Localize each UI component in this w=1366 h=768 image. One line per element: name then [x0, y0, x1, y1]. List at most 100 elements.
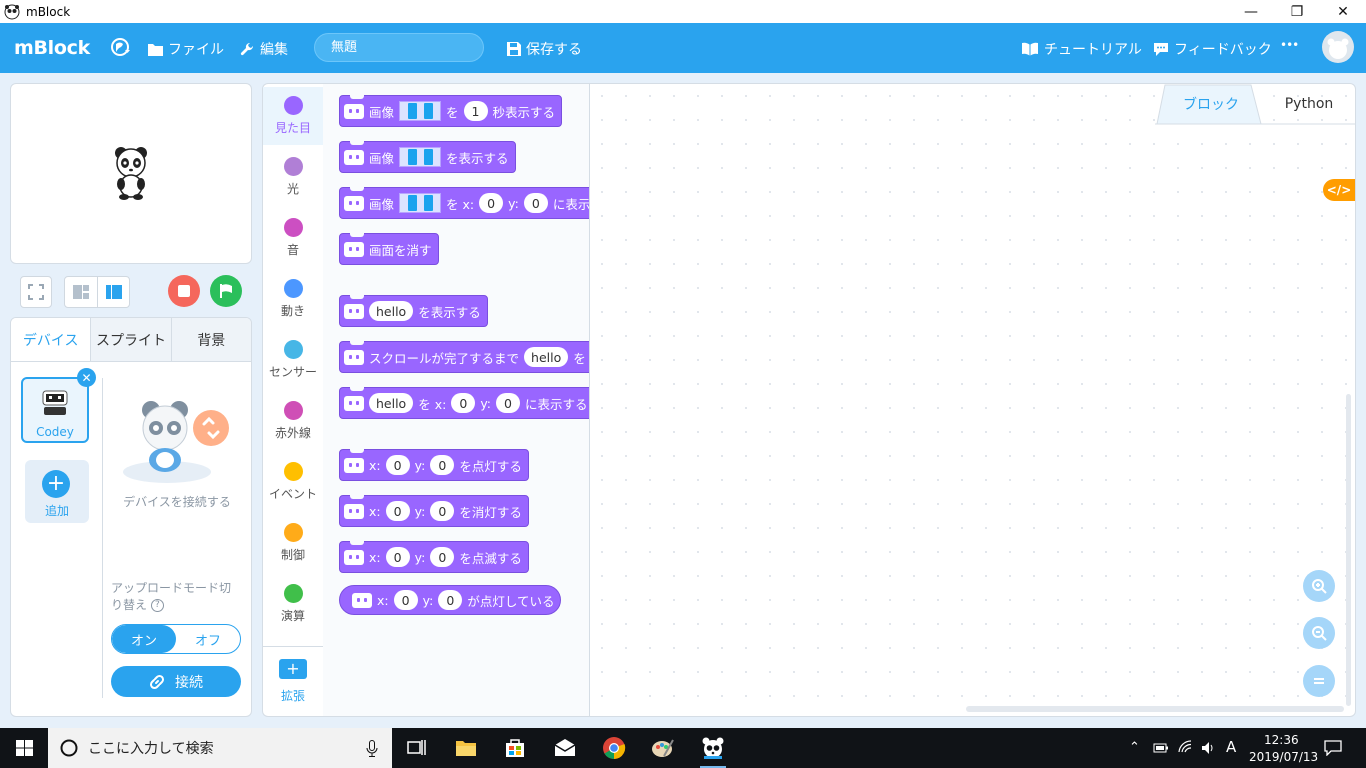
category-sensor[interactable]: センサー: [263, 331, 323, 389]
clock-date[interactable]: 2019/07/13: [1249, 750, 1318, 764]
category-operators[interactable]: 演算: [263, 575, 323, 633]
code-view-icon[interactable]: </>: [1323, 179, 1355, 201]
led-matrix-input[interactable]: [399, 147, 442, 167]
block-show-image-for-seconds[interactable]: 画像 を 1 秒表示する: [339, 95, 563, 127]
mail-icon[interactable]: [553, 736, 577, 760]
stop-button[interactable]: [168, 275, 200, 307]
block-show-text[interactable]: hello を表示する: [339, 295, 488, 327]
user-avatar[interactable]: [1322, 31, 1354, 63]
text-input[interactable]: hello: [524, 347, 569, 367]
ime-indicator[interactable]: A: [1226, 738, 1236, 756]
x-input[interactable]: 0: [393, 590, 418, 610]
more-menu-button[interactable]: •••: [1280, 38, 1299, 52]
y-input[interactable]: 0: [438, 590, 463, 610]
x-input[interactable]: 0: [385, 501, 410, 521]
zoom-out-button[interactable]: [1303, 617, 1335, 649]
block-show-image-at-xy[interactable]: 画像 を x: 0 y: 0 に表示: [339, 187, 589, 219]
brand-logo[interactable]: mBlock: [14, 37, 90, 59]
green-flag-button[interactable]: [210, 275, 242, 307]
category-light[interactable]: 光: [263, 148, 323, 206]
category-looks[interactable]: 見た目: [263, 87, 323, 145]
edit-menu[interactable]: 編集: [240, 39, 288, 59]
chevron-up-icon[interactable]: ⌃: [1129, 740, 1140, 755]
tab-backgrounds[interactable]: 背景: [170, 318, 251, 361]
save-button[interactable]: 保存する: [507, 39, 582, 59]
speaker-icon[interactable]: [1201, 741, 1215, 755]
text-input[interactable]: hello: [369, 301, 414, 321]
extensions-button[interactable]: + 拡張: [263, 646, 323, 716]
zoom-out-icon: [1312, 626, 1327, 641]
tab-python[interactable]: Python: [1265, 84, 1353, 124]
store-icon[interactable]: [503, 736, 527, 760]
category-sound[interactable]: 音: [263, 209, 323, 267]
language-button[interactable]: [111, 38, 131, 56]
file-explorer-icon[interactable]: [454, 736, 478, 760]
mblock-taskbar-icon[interactable]: [701, 736, 725, 760]
battery-icon[interactable]: [1153, 742, 1169, 754]
microphone-icon[interactable]: [366, 740, 378, 757]
help-icon[interactable]: ?: [150, 599, 164, 612]
category-dot-icon: [283, 279, 303, 298]
taskbar-search[interactable]: ここに入力して検索: [48, 728, 392, 768]
file-menu[interactable]: ファイル: [148, 39, 224, 59]
project-name-input[interactable]: 無題: [314, 33, 484, 62]
vertical-scrollbar[interactable]: [1346, 394, 1351, 706]
feedback-button[interactable]: フィードバック: [1153, 39, 1272, 59]
chrome-icon[interactable]: [602, 736, 626, 760]
y-input[interactable]: 0: [523, 193, 548, 213]
tab-devices[interactable]: デバイス: [11, 318, 91, 361]
category-infrared[interactable]: 赤外線: [263, 392, 323, 450]
y-input[interactable]: 0: [430, 455, 455, 475]
y-input[interactable]: 0: [430, 547, 455, 567]
block-led-is-on[interactable]: x: 0 y: 0 が点灯している: [339, 585, 562, 615]
zoom-reset-button[interactable]: [1303, 665, 1335, 697]
toggle-on-option[interactable]: オン: [112, 625, 176, 653]
connect-button[interactable]: 接続: [111, 666, 241, 697]
minimize-button[interactable]: —: [1228, 0, 1274, 23]
category-control[interactable]: 制御: [263, 514, 323, 572]
stage-layout-toggle[interactable]: [64, 276, 130, 308]
block-show-image[interactable]: 画像 を表示する: [339, 141, 516, 173]
paint-icon[interactable]: [651, 736, 675, 760]
text-input[interactable]: hello: [369, 393, 414, 413]
led-matrix-input[interactable]: [399, 193, 442, 213]
upload-mode-toggle[interactable]: オン オフ: [111, 624, 241, 654]
codey-icon: [344, 395, 364, 411]
remove-device-button[interactable]: ✕: [77, 368, 96, 387]
tutorial-button[interactable]: チュートリアル: [1021, 39, 1142, 59]
tab-blocks[interactable]: ブロック: [1167, 84, 1255, 124]
block-show-text-at-xy[interactable]: hello を x: 0 y: 0 に表示する: [339, 387, 589, 419]
tab-sprites[interactable]: スプライト: [90, 318, 171, 361]
x-input[interactable]: 0: [385, 455, 410, 475]
block-scroll-text-until-done[interactable]: スクロールが完了するまで hello を: [339, 341, 589, 373]
add-device-button[interactable]: + 追加: [25, 460, 89, 523]
block-led-blink[interactable]: x: 0 y: 0 を点滅する: [339, 541, 529, 573]
clock-time[interactable]: 12:36: [1264, 733, 1299, 747]
block-led-on[interactable]: x: 0 y: 0 を点灯する: [339, 449, 529, 481]
led-matrix-input[interactable]: [399, 101, 442, 121]
x-input[interactable]: 0: [451, 393, 476, 413]
category-events[interactable]: イベント: [263, 453, 323, 511]
zoom-in-button[interactable]: [1303, 570, 1335, 602]
script-workspace[interactable]: ブロック Python </>: [589, 83, 1356, 717]
windows-start-icon[interactable]: [16, 740, 33, 756]
x-input[interactable]: 0: [479, 193, 504, 213]
task-view-icon[interactable]: [404, 736, 428, 760]
horizontal-scrollbar[interactable]: [966, 706, 1344, 712]
y-input[interactable]: 0: [496, 393, 521, 413]
x-input[interactable]: 0: [385, 547, 410, 567]
category-motion[interactable]: 動き: [263, 270, 323, 328]
block-led-off[interactable]: x: 0 y: 0 を消灯する: [339, 495, 529, 527]
restore-button[interactable]: ❐: [1274, 0, 1320, 23]
stage-canvas[interactable]: [10, 83, 252, 264]
y-input[interactable]: 0: [430, 501, 455, 521]
fullscreen-button[interactable]: [20, 276, 52, 308]
notification-icon[interactable]: [1324, 740, 1342, 756]
toggle-off-option[interactable]: オフ: [176, 625, 240, 653]
wifi-icon[interactable]: [1178, 740, 1194, 754]
seconds-input[interactable]: 1: [463, 101, 488, 121]
close-window-button[interactable]: ✕: [1320, 0, 1366, 23]
codey-icon: [344, 103, 364, 119]
block-clear-screen[interactable]: 画面を消す: [339, 233, 439, 265]
device-card-codey[interactable]: Codey: [21, 377, 89, 443]
